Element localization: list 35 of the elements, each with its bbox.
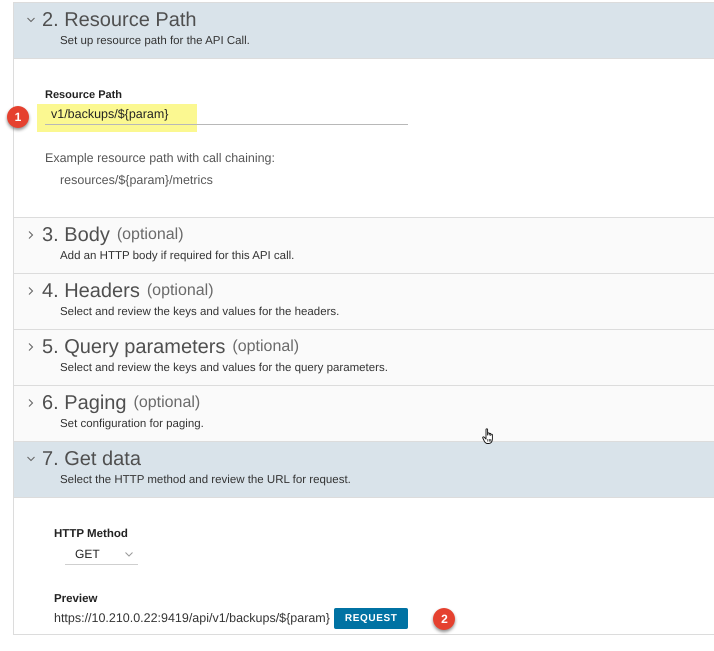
- optional-label: (optional): [232, 337, 300, 357]
- hint-text: Example resource path with call chaining:: [45, 150, 276, 166]
- section-title: 7. Get data: [42, 447, 141, 471]
- section-header[interactable]: 6. Paging (optional) Set configuration for paging.: [14, 386, 714, 441]
- section-description: Select the HTTP method and review the URL for request.: [59, 473, 352, 487]
- section-header[interactable]: 7. Get data Select the HTTP method and review the URL for request.: [14, 442, 714, 497]
- url-preview: https://10.210.0.22:9419/api/v1/backups/${param}: [54, 610, 330, 628]
- optional-label: (optional): [134, 393, 200, 413]
- section-header[interactable]: 3. Body (optional) Add an HTTP body if required for this API call.: [14, 218, 714, 273]
- section-header[interactable]: 5. Query parameters (optional) Select and review the keys and values for the query parameters.: [14, 330, 714, 385]
- section-description: Select and review the keys and values for the headers.: [59, 305, 340, 319]
- section-title: 6. Paging: [42, 391, 127, 415]
- section-description: Set up resource path for the API Call.: [59, 34, 251, 48]
- section-title: 4. Headers: [42, 279, 140, 303]
- optional-label: (optional): [116, 225, 184, 245]
- optional-label: (optional): [146, 281, 214, 301]
- section-description: Select and review the keys and values for the query parameters.: [59, 361, 389, 375]
- section-description: Add an HTTP body if required for this API call.: [59, 249, 296, 263]
- example-path: resources/${param}/metrics: [59, 172, 214, 188]
- field-label: Preview: [54, 592, 98, 606]
- chevron-down-icon: [125, 552, 133, 556]
- section-title: 2. Resource Path: [42, 8, 197, 32]
- input-field[interactable]: v1/backups/${param}: [45, 104, 408, 125]
- method-select[interactable]: GET: [65, 544, 138, 565]
- callout-number: 1: [7, 106, 29, 128]
- field-label: Resource Path: [45, 88, 124, 102]
- section-header[interactable]: 4. Headers (optional) Select and review the keys and values for the headers.: [14, 274, 714, 329]
- request-button[interactable]: REQUEST: [334, 608, 408, 629]
- hand-cursor-icon: [482, 428, 496, 445]
- section-title: 5. Query parameters: [42, 335, 226, 359]
- section-description: Set configuration for paging.: [59, 417, 205, 431]
- callout-number: 2: [433, 608, 456, 630]
- section-header[interactable]: 2. Resource Path Set up resource path for the API Call.: [14, 3, 714, 58]
- field-label: HTTP Method: [54, 527, 129, 541]
- section-title: 3. Body: [42, 223, 110, 247]
